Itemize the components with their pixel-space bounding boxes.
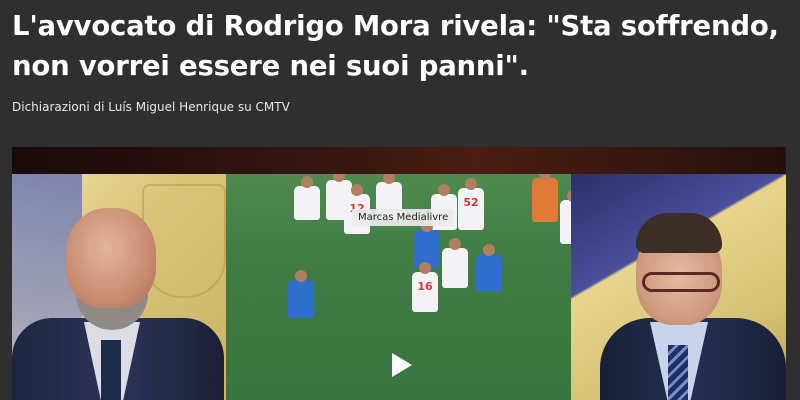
player-figure — [288, 270, 314, 318]
headline-line-2: non vorrei essere nei suoi panni". — [12, 50, 529, 82]
player-figure — [442, 238, 468, 288]
player-figure — [532, 174, 558, 222]
player-figure — [294, 176, 320, 220]
guest-right-hair — [636, 213, 722, 253]
guest-left-face — [66, 208, 156, 308]
article-subtitle: Dichiarazioni di Luís Miguel Henrique su… — [12, 100, 290, 114]
video-top-bar — [12, 147, 786, 174]
play-icon[interactable] — [390, 352, 414, 378]
player-figure — [476, 244, 502, 292]
guest-right-tie — [668, 345, 688, 400]
video-caption-tag: Marcas Medialivre — [352, 209, 455, 226]
jersey-number: 52 — [463, 196, 479, 209]
guest-left-tie — [101, 340, 121, 400]
player-figure: 52 — [458, 178, 484, 230]
jersey-number: 16 — [417, 280, 433, 293]
player-figure — [560, 190, 571, 244]
player-figure: 16 — [412, 262, 438, 312]
headline-line-1: L'avvocato di Rodrigo Mora rivela: "Sta … — [12, 10, 779, 42]
guest-right-glasses — [642, 272, 720, 292]
article-headline: L'avvocato di Rodrigo Mora rivela: "Sta … — [12, 6, 792, 86]
